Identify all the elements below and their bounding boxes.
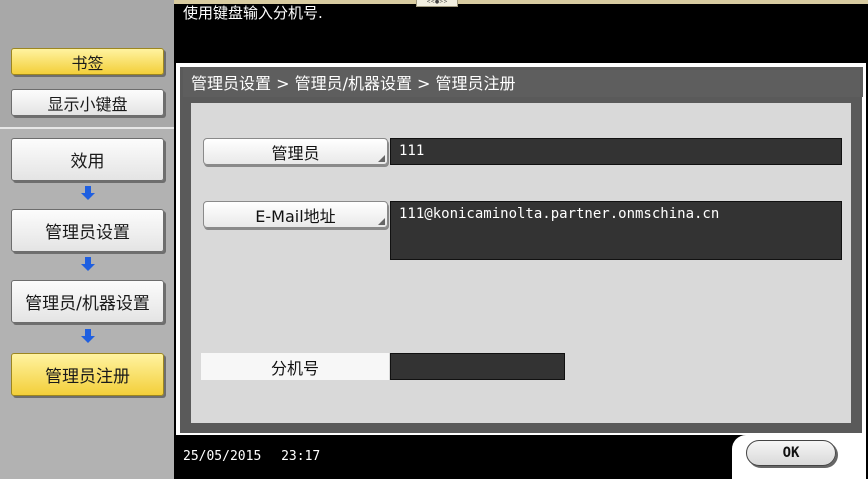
corner-indicator-icon	[378, 218, 385, 225]
bookmark-button[interactable]: 书签	[11, 48, 164, 75]
admin-name-label: 管理员	[271, 143, 320, 163]
instruction-message: 使用键盘输入分机号.	[183, 4, 323, 22]
extension-label: 分机号	[201, 353, 389, 380]
admin-name-button[interactable]: 管理员	[203, 138, 388, 165]
status-datetime: 25/05/2015 23:17	[183, 449, 320, 464]
step-admin-settings-button[interactable]: 管理员设置	[11, 209, 164, 252]
step-label: 管理员注册	[45, 367, 130, 387]
admin-name-field[interactable]: 111	[390, 138, 842, 165]
step-utility-button[interactable]: 效用	[11, 138, 164, 181]
down-arrow-icon	[78, 256, 98, 272]
email-address-label: E-Mail地址	[255, 206, 336, 226]
extension-field[interactable]	[390, 353, 565, 380]
step-label: 管理员设置	[45, 223, 130, 243]
ok-button[interactable]: OK	[746, 440, 836, 466]
step-label: 管理员/机器设置	[25, 294, 150, 314]
status-time: 23:17	[281, 449, 321, 464]
left-panel: 书签 显示小键盘 效用 管理员设置 管理员/机器设置 管理员注册	[0, 0, 174, 479]
breadcrumb: 管理员设置 > 管理员/机器设置 > 管理员注册	[183, 67, 863, 97]
step-label: 效用	[70, 152, 105, 172]
corner-indicator-icon	[378, 155, 385, 162]
step-admin-machine-settings-button[interactable]: 管理员/机器设置	[11, 280, 164, 323]
bookmark-label: 书签	[71, 53, 104, 73]
show-keypad-button[interactable]: 显示小键盘	[11, 89, 164, 116]
top-handle[interactable]: <<●>>	[416, 0, 458, 7]
email-address-field[interactable]: 111@konicaminolta.partner.onmschina.cn	[390, 201, 842, 260]
email-address-button[interactable]: E-Mail地址	[203, 201, 388, 228]
status-date: 25/05/2015	[183, 449, 262, 464]
keypad-label: 显示小键盘	[47, 94, 128, 114]
down-arrow-icon	[78, 185, 98, 201]
step-admin-registration-button[interactable]: 管理员注册	[11, 353, 164, 396]
down-arrow-icon	[78, 328, 98, 344]
